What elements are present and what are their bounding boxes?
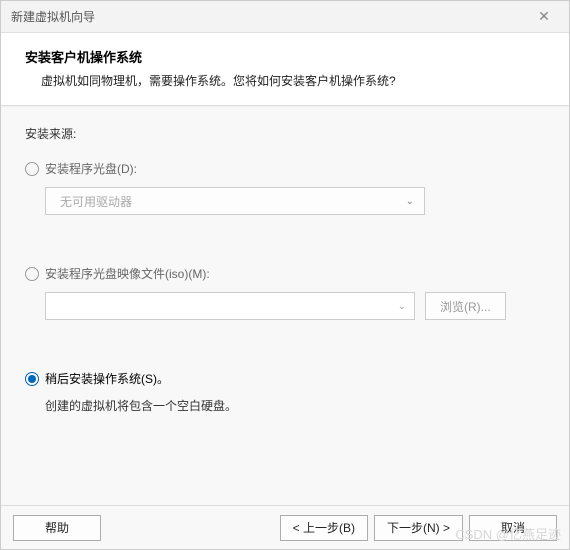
radio-later[interactable]: 稍后安装操作系统(S)。 (25, 370, 545, 387)
browse-label: 浏览(R)... (440, 298, 491, 315)
cancel-button[interactable]: 取消 (469, 515, 557, 541)
help-label: 帮助 (45, 519, 69, 536)
wizard-content: 安装来源: 安装程序光盘(D): 无可用驱动器 ⌄ 安装程序光盘映像文件(iso… (1, 106, 569, 505)
disc-indent: 无可用驱动器 ⌄ (25, 187, 545, 215)
header-description: 虚拟机如同物理机，需要操作系统。您将如何安装客户机操作系统? (25, 72, 545, 89)
close-icon: ✕ (538, 8, 550, 25)
next-button[interactable]: 下一步(N) > (374, 515, 463, 541)
wizard-window: 新建虚拟机向导 ✕ 安装客户机操作系统 虚拟机如同物理机，需要操作系统。您将如何… (0, 0, 570, 550)
option-disc-group: 安装程序光盘(D): 无可用驱动器 ⌄ (25, 160, 545, 215)
iso-input-row: ⌄ 浏览(R)... (25, 292, 545, 320)
radio-icon (25, 162, 39, 176)
later-hint: 创建的虚拟机将包含一个空白硬盘。 (25, 397, 545, 414)
chevron-down-icon: ⌄ (406, 196, 414, 207)
radio-icon (25, 372, 39, 386)
disc-dropdown[interactable]: 无可用驱动器 ⌄ (45, 187, 425, 215)
radio-later-label: 稍后安装操作系统(S)。 (45, 370, 169, 387)
window-title: 新建虚拟机向导 (11, 8, 95, 25)
radio-iso-label: 安装程序光盘映像文件(iso)(M): (45, 265, 210, 282)
close-button[interactable]: ✕ (529, 2, 559, 32)
wizard-header: 安装客户机操作系统 虚拟机如同物理机，需要操作系统。您将如何安装客户机操作系统? (1, 33, 569, 106)
browse-button[interactable]: 浏览(R)... (425, 292, 506, 320)
chevron-down-icon: ⌄ (398, 301, 406, 312)
cancel-label: 取消 (501, 519, 525, 536)
radio-disc-label: 安装程序光盘(D): (45, 160, 137, 177)
radio-disc[interactable]: 安装程序光盘(D): (25, 160, 545, 177)
radio-icon (25, 267, 39, 281)
back-label: < 上一步(B) (293, 519, 355, 536)
install-source-label: 安装来源: (25, 125, 545, 142)
iso-path-input[interactable]: ⌄ (45, 292, 415, 320)
header-title: 安装客户机操作系统 (25, 47, 545, 66)
titlebar: 新建虚拟机向导 ✕ (1, 1, 569, 33)
disc-dropdown-value: 无可用驱动器 (60, 193, 132, 210)
next-label: 下一步(N) > (387, 519, 450, 536)
option-later-group: 稍后安装操作系统(S)。 创建的虚拟机将包含一个空白硬盘。 (25, 370, 545, 414)
radio-iso[interactable]: 安装程序光盘映像文件(iso)(M): (25, 265, 545, 282)
help-button[interactable]: 帮助 (13, 515, 101, 541)
wizard-footer: 帮助 < 上一步(B) 下一步(N) > 取消 (1, 505, 569, 549)
back-button[interactable]: < 上一步(B) (280, 515, 368, 541)
option-iso-group: 安装程序光盘映像文件(iso)(M): ⌄ 浏览(R)... (25, 265, 545, 320)
